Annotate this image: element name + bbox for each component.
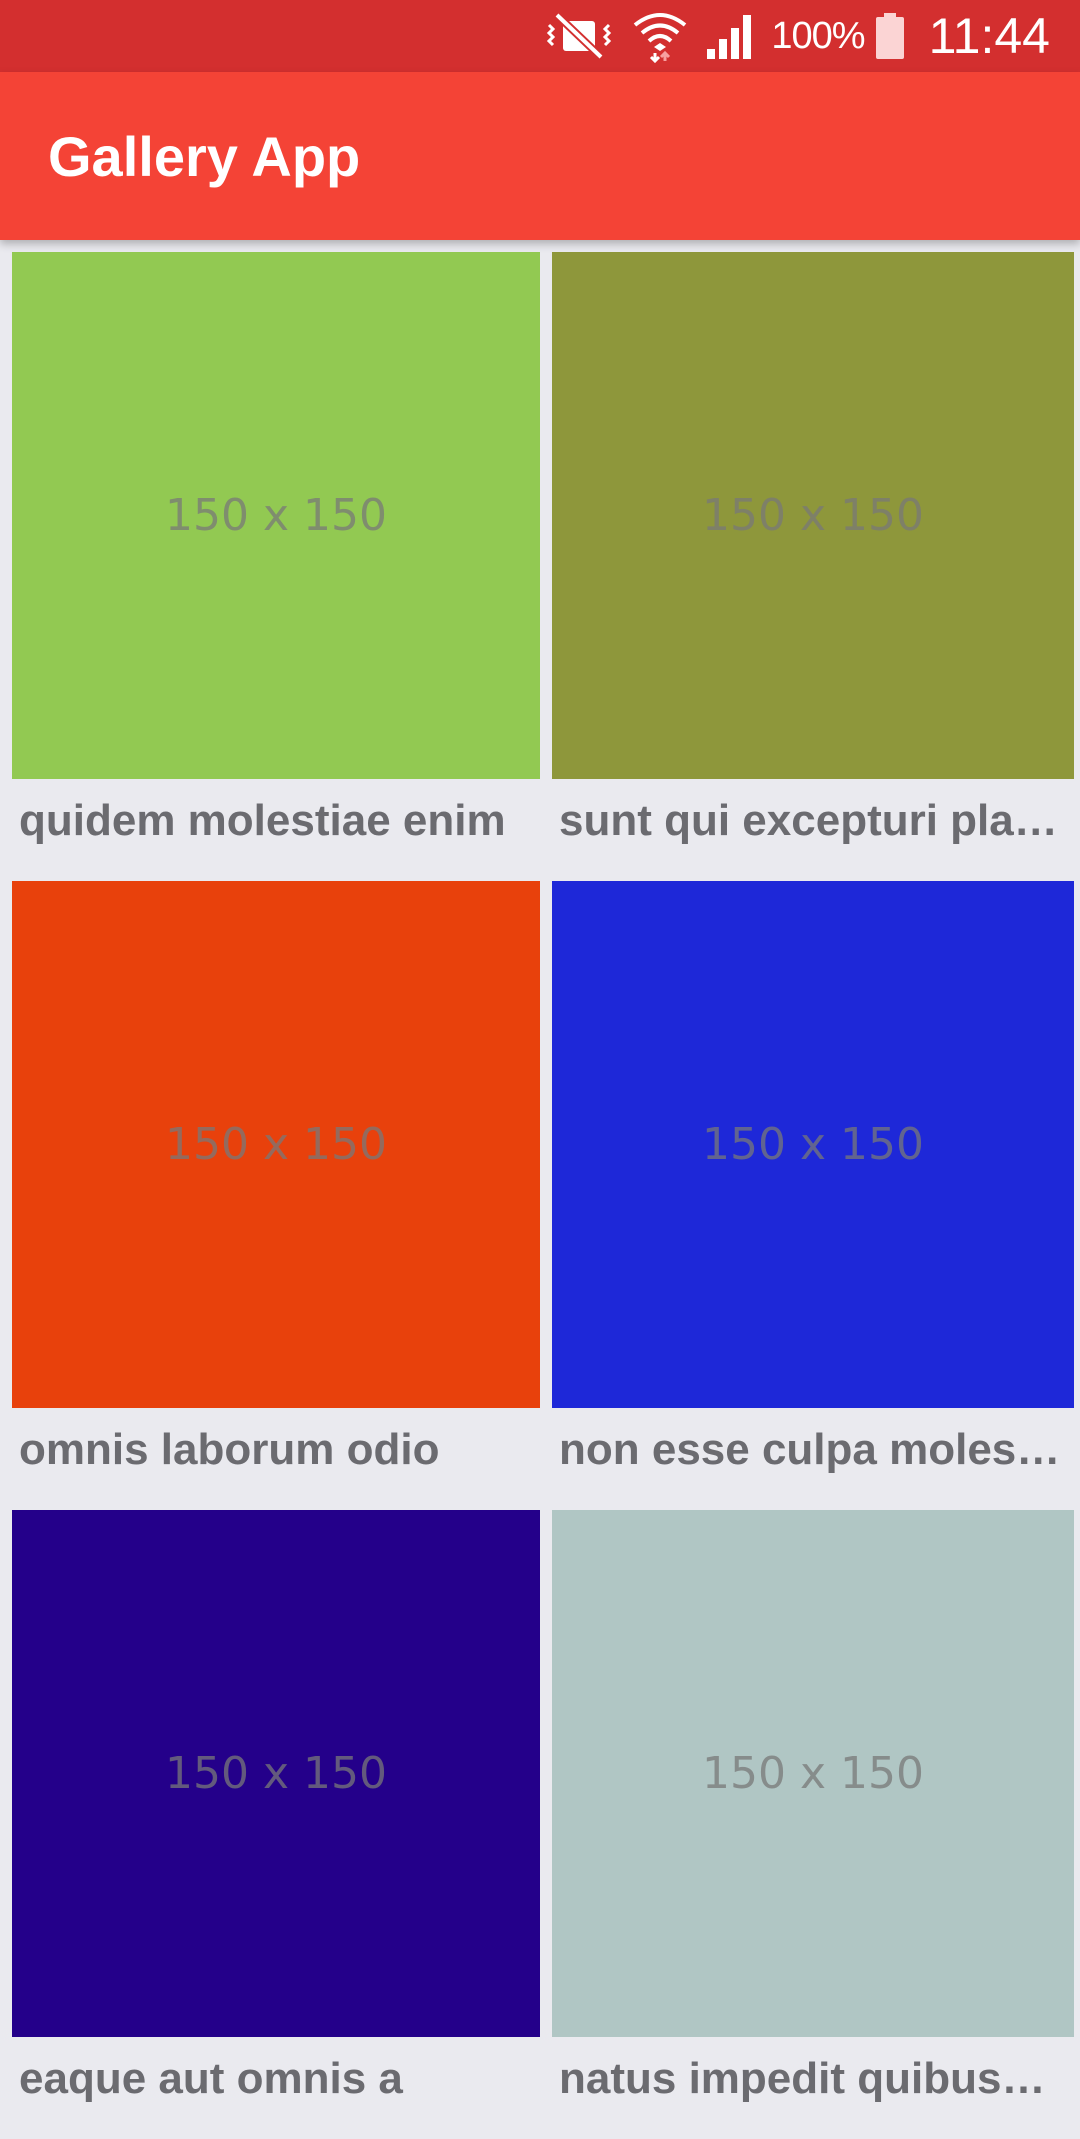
gallery-item[interactable]: 150 x 150 omnis laborum odio bbox=[12, 881, 540, 1510]
gallery-caption: eaque aut omnis a bbox=[19, 2054, 403, 2103]
gallery-item[interactable]: 150 x 150 natus impedit quibusdam illo e… bbox=[552, 1510, 1074, 2139]
gallery-thumbnail[interactable]: 150 x 150 bbox=[552, 1510, 1074, 2037]
gallery-caption: omnis laborum odio bbox=[19, 1425, 440, 1474]
app-title: Gallery App bbox=[48, 124, 361, 188]
gallery-thumbnail[interactable]: 150 x 150 bbox=[552, 252, 1074, 779]
thumbnail-placeholder-text: 150 x 150 bbox=[702, 1748, 924, 1799]
gallery-item[interactable]: 150 x 150 eaque aut omnis a bbox=[12, 1510, 540, 2139]
thumbnail-placeholder-text: 150 x 150 bbox=[165, 490, 387, 541]
gallery-caption: non esse culpa molestiae omnis sed optio bbox=[559, 1425, 1074, 1474]
gallery-caption: quidem molestiae enim bbox=[19, 796, 506, 845]
gallery-grid: 150 x 150 quidem molestiae enim 150 x 15… bbox=[12, 252, 1074, 2139]
thumbnail-placeholder-text: 150 x 150 bbox=[702, 490, 924, 541]
gallery-item[interactable]: 150 x 150 quidem molestiae enim bbox=[12, 252, 540, 881]
gallery-item[interactable]: 150 x 150 sunt qui excepturi placeat cul… bbox=[552, 252, 1074, 881]
clock: 11:44 bbox=[928, 8, 1050, 64]
gallery-thumbnail[interactable]: 150 x 150 bbox=[12, 881, 540, 1408]
gallery-thumbnail[interactable]: 150 x 150 bbox=[552, 881, 1074, 1408]
thumbnail-placeholder-text: 150 x 150 bbox=[165, 1748, 387, 1799]
vibrate-mute-icon bbox=[543, 0, 615, 72]
signal-icon bbox=[705, 0, 757, 72]
status-bar: 100% 11:44 bbox=[0, 0, 1080, 72]
gallery-caption: sunt qui excepturi placeat culpa bbox=[559, 796, 1074, 845]
battery-percent: 100% bbox=[771, 14, 865, 57]
gallery-thumbnail[interactable]: 150 x 150 bbox=[12, 252, 540, 779]
gallery-item[interactable]: 150 x 150 non esse culpa molestiae omnis… bbox=[552, 881, 1074, 1510]
battery-icon bbox=[875, 0, 905, 72]
thumbnail-placeholder-text: 150 x 150 bbox=[702, 1119, 924, 1170]
thumbnail-placeholder-text: 150 x 150 bbox=[165, 1119, 387, 1170]
wifi-icon bbox=[633, 0, 687, 72]
gallery-caption: natus impedit quibusdam illo est bbox=[559, 2054, 1074, 2103]
gallery-thumbnail[interactable]: 150 x 150 bbox=[12, 1510, 540, 2037]
app-bar: Gallery App bbox=[0, 72, 1080, 240]
